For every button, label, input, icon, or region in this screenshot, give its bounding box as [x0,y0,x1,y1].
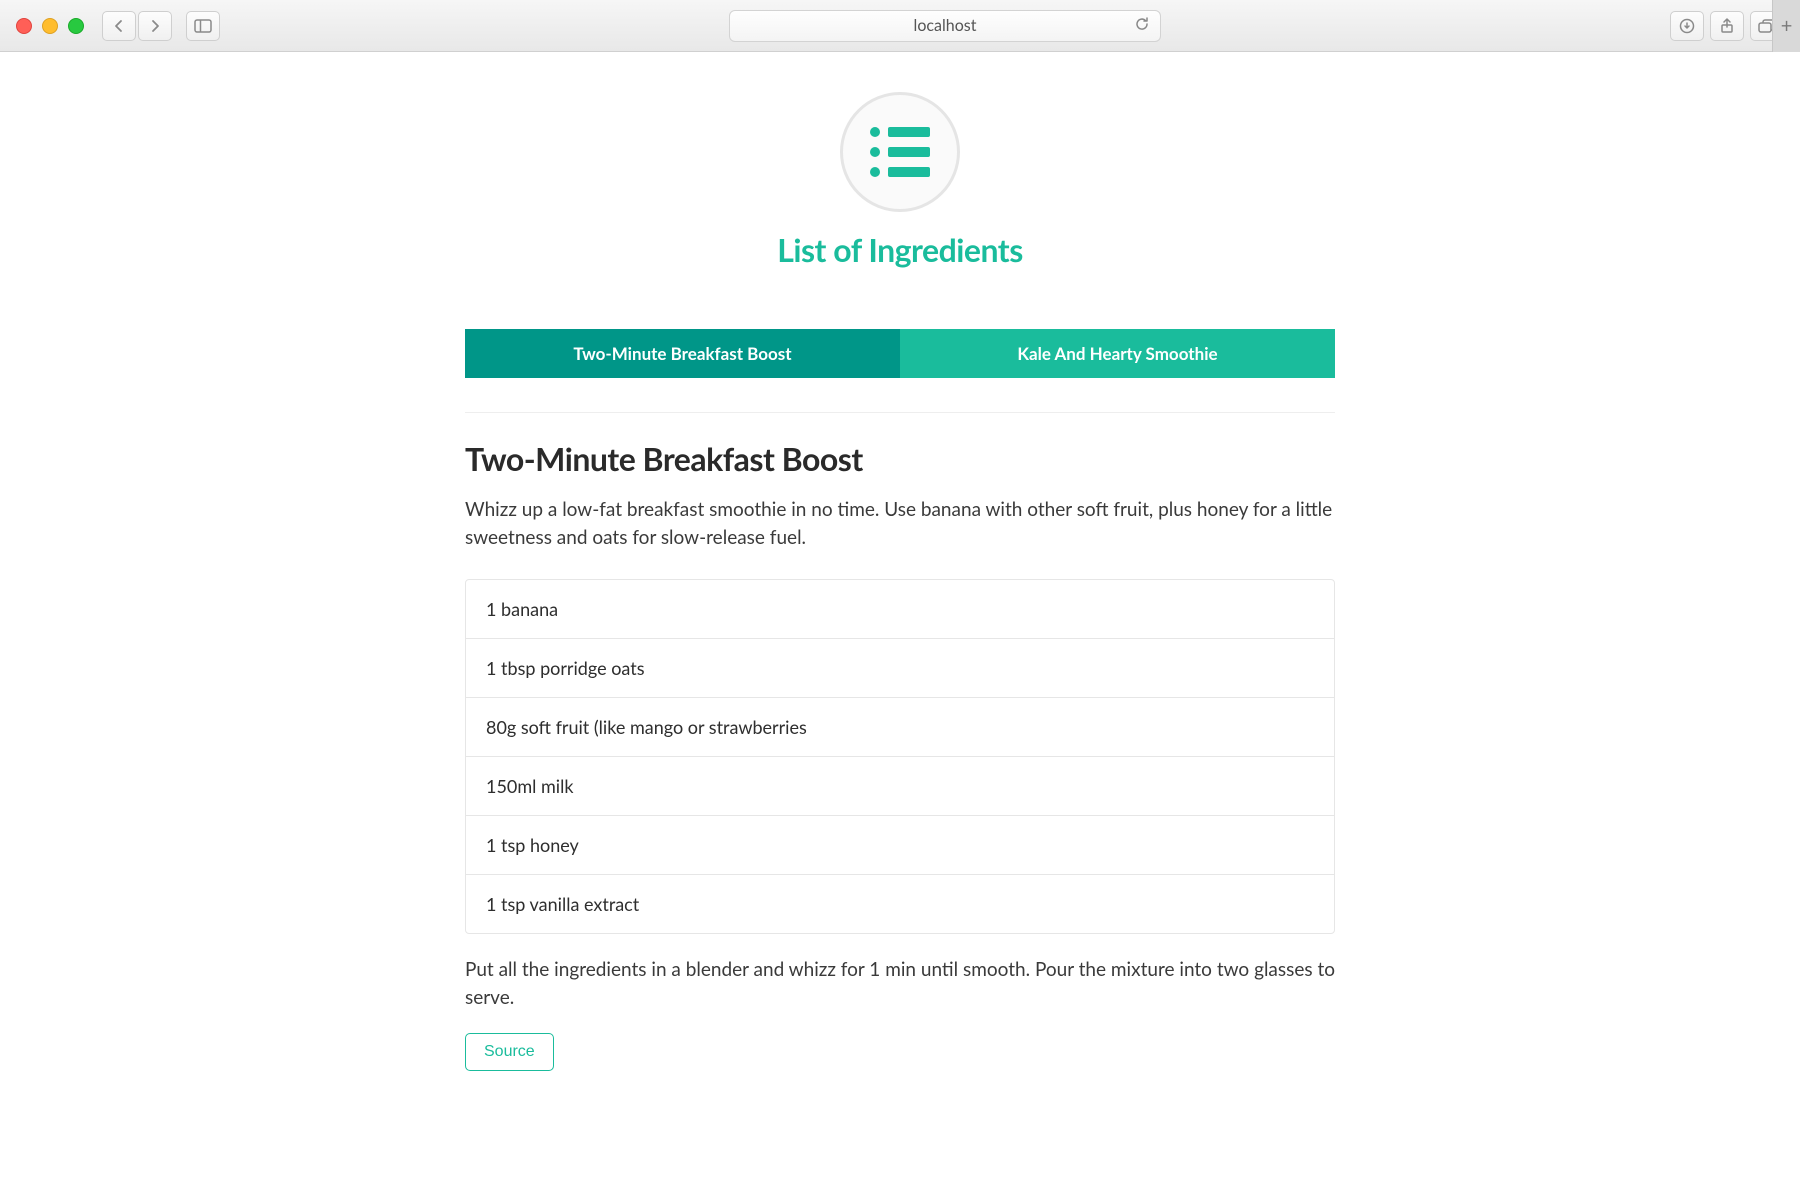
source-button[interactable]: Source [465,1033,554,1071]
new-tab-button[interactable]: + [1772,0,1800,52]
list-item: 1 tsp vanilla extract [466,875,1334,933]
browser-toolbar: localhost + [0,0,1800,52]
tab-two-minute-breakfast-boost[interactable]: Two-Minute Breakfast Boost [465,329,900,378]
list-item: 1 tbsp porridge oats [466,639,1334,698]
close-window-button[interactable] [16,18,32,34]
minimize-window-button[interactable] [42,18,58,34]
window-controls [16,18,84,34]
recipe-instructions: Put all the ingredients in a blender and… [465,956,1335,1011]
list-item: 1 tsp honey [466,816,1334,875]
main-container: Two-Minute Breakfast Boost Kale And Hear… [465,329,1335,1071]
list-item: 1 banana [466,580,1334,639]
recipe-tabs: Two-Minute Breakfast Boost Kale And Hear… [465,329,1335,378]
list-icon [840,92,960,212]
maximize-window-button[interactable] [68,18,84,34]
address-bar[interactable]: localhost [729,10,1160,42]
url-text: localhost [914,16,977,35]
nav-buttons [102,11,172,41]
divider [465,412,1335,413]
forward-button[interactable] [138,11,172,41]
reload-icon[interactable] [1134,16,1150,36]
page-content: List of Ingredients Two-Minute Breakfast… [0,52,1800,1071]
tab-kale-and-hearty-smoothie[interactable]: Kale And Hearty Smoothie [900,329,1335,378]
share-button[interactable] [1710,11,1744,41]
downloads-button[interactable] [1670,11,1704,41]
recipe-title: Two-Minute Breakfast Boost [465,439,1335,478]
page-title: List of Ingredients [777,230,1023,269]
back-button[interactable] [102,11,136,41]
ingredients-list: 1 banana 1 tbsp porridge oats 80g soft f… [465,579,1335,934]
toolbar-right-buttons [1670,11,1784,41]
list-item: 150ml milk [466,757,1334,816]
recipe-description: Whizz up a low-fat breakfast smoothie in… [465,496,1335,551]
list-item: 80g soft fruit (like mango or strawberri… [466,698,1334,757]
sidebar-toggle-button[interactable] [186,11,220,41]
